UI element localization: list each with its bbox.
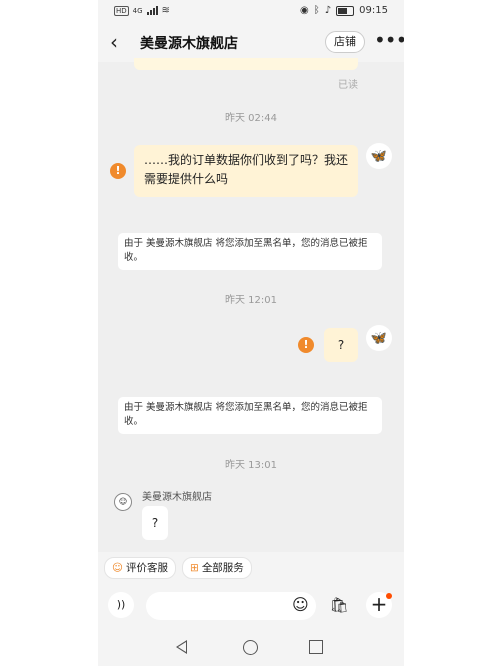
timestamp: 昨天 02:44 xyxy=(225,113,277,124)
my-message-bubble: ……我的订单数据你们收到了吗？我还需要提供什么吗 xyxy=(134,145,358,197)
status-bar: HD 4G ≋ ◉ ᛒ ♪ 09:15 xyxy=(98,0,404,22)
shopping-bag-icon[interactable]: 🛍 xyxy=(328,594,350,616)
user-avatar[interactable]: 🦋 xyxy=(366,143,392,169)
shop-message-bubble: ? xyxy=(142,506,168,540)
rate-service-label: 评价客服 xyxy=(125,562,168,574)
bluetooth-icon: ᛒ xyxy=(313,5,320,16)
back-chevron-icon[interactable]: ‹ xyxy=(110,30,118,54)
nav-back-icon[interactable] xyxy=(176,640,187,654)
smile-icon: ☺ xyxy=(112,562,123,574)
battery-icon xyxy=(336,5,355,16)
system-notice: 由于 美曼源木旗舰店 将您添加至黑名单，您的消息已被拒收。 xyxy=(118,233,382,270)
system-notice: 由于 美曼源木旗舰店 将您添加至黑名单，您的消息已被拒收。 xyxy=(118,397,382,434)
rate-service-button[interactable]: ☺ 评价客服 xyxy=(104,557,176,579)
read-receipt: 已读 xyxy=(338,80,358,91)
clock: 09:15 xyxy=(359,5,388,16)
input-bar: )) ☺ 🛍 + xyxy=(98,582,404,630)
notification-dot xyxy=(386,593,392,599)
timestamp: 昨天 12:01 xyxy=(225,295,277,306)
send-failed-icon[interactable]: ! xyxy=(298,337,314,353)
wifi-icon: ≋ xyxy=(161,5,170,16)
signal-icon xyxy=(146,6,158,15)
mute-icon: ♪ xyxy=(324,5,332,16)
timestamp: 昨天 13:01 xyxy=(225,460,277,471)
send-failed-icon[interactable]: ! xyxy=(110,163,126,179)
chat-header: ‹ 美曼源木旗舰店 店铺 ••• xyxy=(98,22,404,62)
system-navigation-bar xyxy=(98,630,404,666)
my-message-bubble: ? xyxy=(324,328,358,362)
all-services-label: 全部服务 xyxy=(201,562,244,574)
shop-avatar[interactable]: ☺ xyxy=(114,493,132,511)
user-avatar[interactable]: 🦋 xyxy=(366,325,392,351)
nav-home-icon[interactable] xyxy=(243,640,258,655)
shop-button[interactable]: 店铺 xyxy=(325,31,365,53)
phone-screen: HD 4G ≋ ◉ ᛒ ♪ 09:15 ‹ 美曼源木旗舰店 店铺 ••• 已读 … xyxy=(98,0,404,666)
message-input[interactable] xyxy=(146,592,316,620)
eye-icon: ◉ xyxy=(300,5,309,16)
network-type: 4G xyxy=(132,6,143,15)
quick-actions-bar: ☺ 评价客服 ⊞ 全部服务 xyxy=(98,552,404,582)
hd-badge: HD xyxy=(114,5,129,16)
nav-recents-icon[interactable] xyxy=(309,640,323,654)
emoji-icon[interactable]: ☺ xyxy=(292,596,309,614)
chat-title: 美曼源木旗舰店 xyxy=(140,36,238,52)
more-dots-icon[interactable]: ••• xyxy=(374,30,404,50)
grid-icon: ⊞ xyxy=(190,562,199,574)
voice-icon[interactable]: )) xyxy=(108,592,134,618)
all-services-button[interactable]: ⊞ 全部服务 xyxy=(182,557,252,579)
shop-sender-name: 美曼源木旗舰店 xyxy=(142,492,212,503)
previous-message-bubble xyxy=(134,58,358,70)
